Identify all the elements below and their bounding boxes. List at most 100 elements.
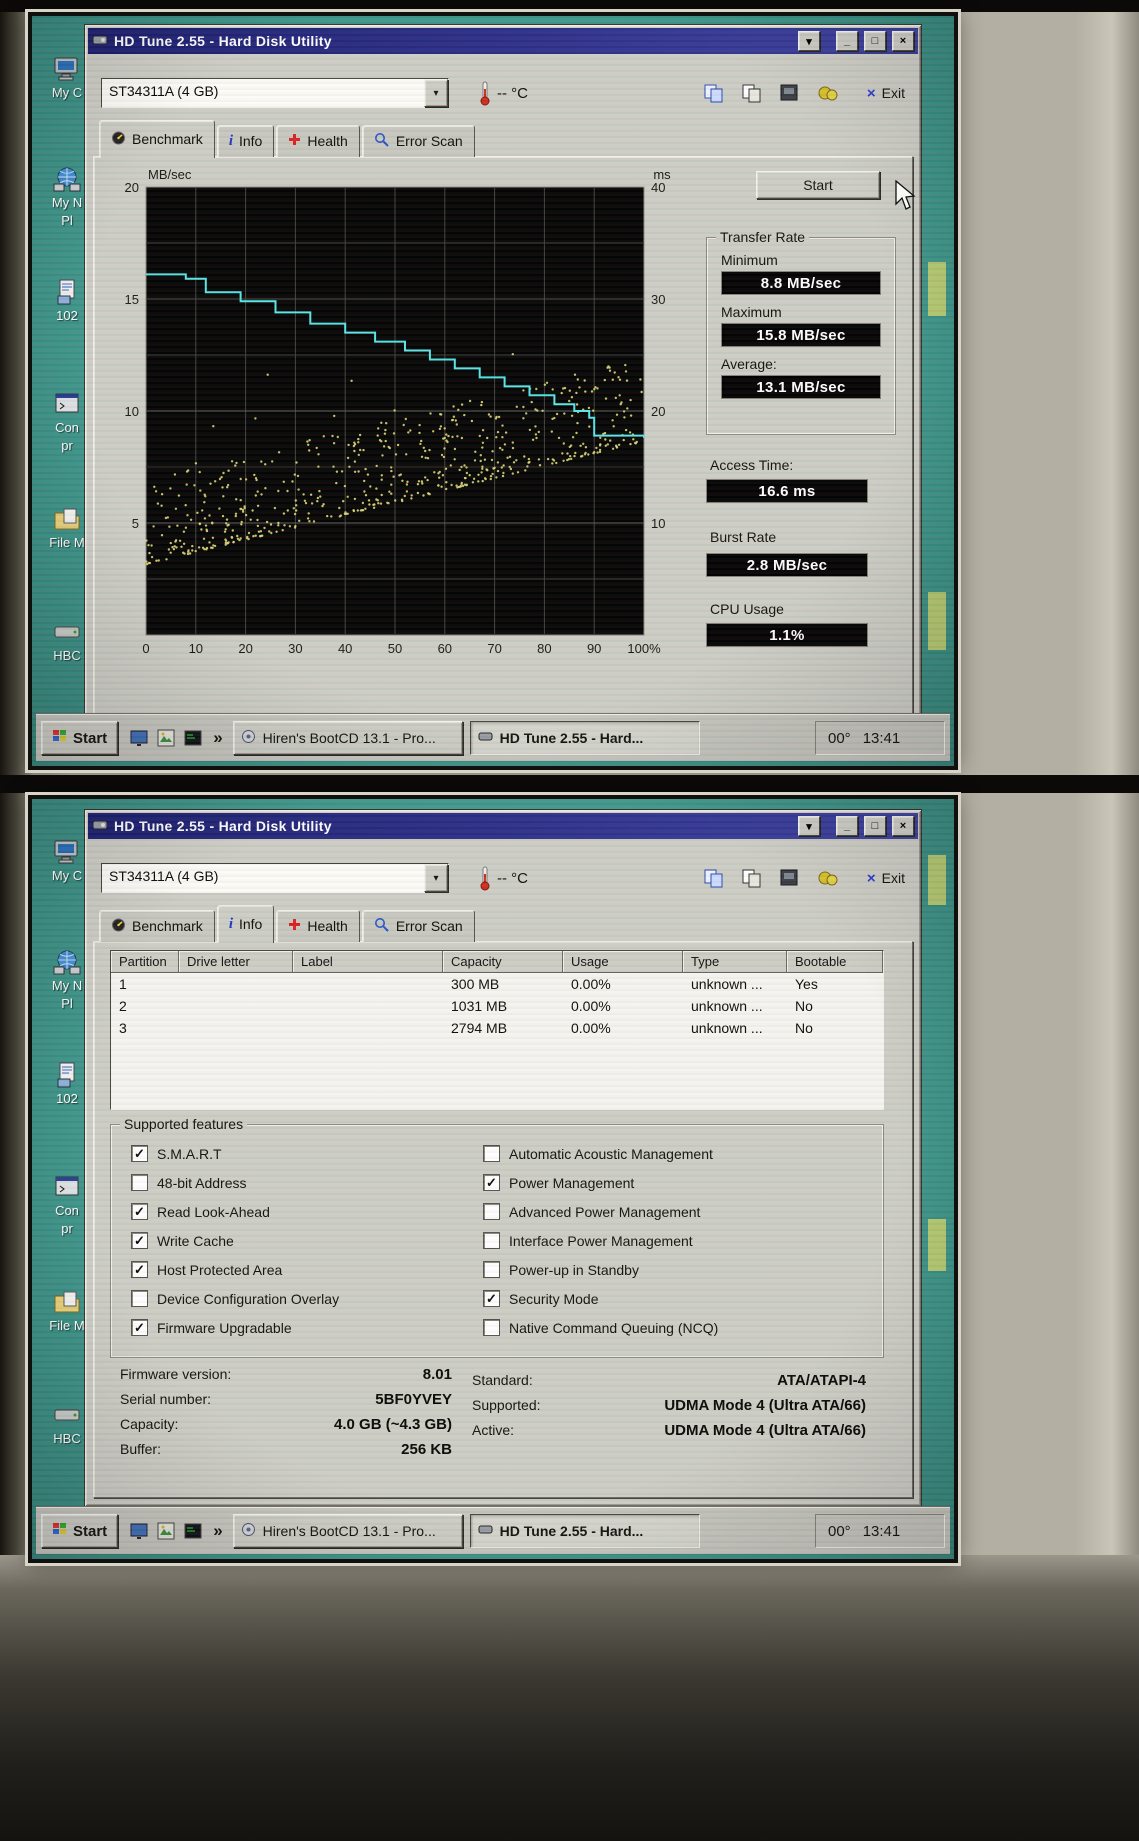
feature-row[interactable]: Host Protected Area [131, 1255, 339, 1284]
feature-row[interactable]: Automatic Acoustic Management [483, 1139, 718, 1168]
tray-arrow-button[interactable]: ▾ [798, 31, 820, 51]
feature-row[interactable]: Native Command Queuing (NCQ) [483, 1313, 718, 1342]
photo-dark-edge [0, 775, 1139, 793]
feature-row[interactable]: 48-bit Address [131, 1168, 339, 1197]
save-screenshot-icon[interactable] [779, 83, 801, 103]
checkbox[interactable] [483, 1319, 500, 1336]
checkbox[interactable] [131, 1145, 148, 1162]
feature-row[interactable]: Interface Power Management [483, 1226, 718, 1255]
quicklaunch-icon-2[interactable] [156, 1521, 176, 1541]
task-button-hdtune[interactable]: HD Tune 2.55 - Hard... [469, 1514, 700, 1548]
start-button-taskbar[interactable]: Start [41, 1514, 119, 1548]
tab-benchmark[interactable]: Benchmark [99, 120, 215, 158]
maximize-button[interactable]: □ [864, 31, 886, 51]
checkbox[interactable] [483, 1145, 500, 1162]
detail-label: Firmware version: [120, 1366, 232, 1382]
detail-label: Standard: [472, 1372, 533, 1388]
feature-row[interactable]: Advanced Power Management [483, 1197, 718, 1226]
feature-row[interactable]: S.M.A.R.T [131, 1139, 339, 1168]
save-screenshot-icon[interactable] [779, 868, 801, 888]
tab-benchmark[interactable]: Benchmark [99, 910, 215, 942]
partition-row[interactable]: 1 300 MB 0.00% unknown ... Yes [111, 973, 883, 995]
close-button[interactable]: × [892, 31, 914, 51]
drive-selector[interactable]: ST34311A (4 GB) ▾ [101, 78, 449, 108]
drive-selector[interactable]: ST34311A (4 GB) ▾ [101, 863, 449, 893]
column-header[interactable]: Label [293, 951, 443, 973]
minimize-button[interactable]: _ [836, 31, 858, 51]
quicklaunch-icon-3[interactable] [183, 728, 203, 748]
tab-error-scan[interactable]: Error Scan [361, 910, 475, 942]
feature-row[interactable]: Power-up in Standby [483, 1255, 718, 1284]
feature-row[interactable]: Write Cache [131, 1226, 339, 1255]
checkbox[interactable] [483, 1232, 500, 1249]
column-header[interactable]: Bootable [787, 951, 883, 973]
quicklaunch-icon-2[interactable] [156, 728, 176, 748]
feature-row[interactable]: Read Look-Ahead [131, 1197, 339, 1226]
tab-info[interactable]: i Info [216, 125, 275, 157]
titlebar[interactable]: HD Tune 2.55 - Hard Disk Utility ▾ _ □ × [88, 813, 918, 839]
quicklaunch-overflow-chevron[interactable]: » [210, 1521, 225, 1541]
options-icon[interactable] [817, 868, 839, 888]
checkbox[interactable] [131, 1203, 148, 1220]
copy-text-icon[interactable] [741, 868, 763, 888]
tab-health[interactable]: Health [276, 910, 360, 942]
supported-features-title: Supported features [120, 1116, 248, 1132]
minimize-button[interactable]: _ [836, 816, 858, 836]
desktop-icon-label: My N Pl [51, 195, 83, 228]
quicklaunch-icon-1[interactable] [129, 1521, 149, 1541]
feature-row[interactable]: Firmware Upgradable [131, 1313, 339, 1342]
copy-text-icon[interactable] [741, 83, 763, 103]
copy-screenshot-icon[interactable] [703, 83, 725, 103]
exit-button[interactable]: × Exit [867, 870, 905, 887]
column-header[interactable]: Capacity [443, 951, 563, 973]
thermometer-icon [479, 865, 491, 891]
dropdown-arrow-icon[interactable]: ▾ [424, 79, 448, 107]
checkbox[interactable] [483, 1174, 500, 1191]
partition-row[interactable]: 2 1031 MB 0.00% unknown ... No [111, 995, 883, 1017]
task-button-hirens[interactable]: Hiren's BootCD 13.1 - Pro... [232, 721, 463, 755]
cell-bootable: No [795, 1020, 813, 1036]
task-button-hirens[interactable]: Hiren's BootCD 13.1 - Pro... [232, 1514, 463, 1548]
feature-row[interactable]: Security Mode [483, 1284, 718, 1313]
options-icon[interactable] [817, 83, 839, 103]
cell-bootable: Yes [795, 976, 818, 992]
quicklaunch-icon-3[interactable] [183, 1521, 203, 1541]
column-header[interactable]: Partition [111, 951, 179, 973]
start-button-taskbar[interactable]: Start [41, 721, 119, 755]
monitor-screen: My C My N Pl 102 Con pr File M HBC HD Tu… [28, 795, 958, 1563]
titlebar[interactable]: HD Tune 2.55 - Hard Disk Utility ▾ _ □ × [88, 28, 918, 54]
tray-arrow-button[interactable]: ▾ [798, 816, 820, 836]
checkbox[interactable] [483, 1290, 500, 1307]
tab-error-scan[interactable]: Error Scan [361, 125, 475, 157]
checkbox[interactable] [131, 1290, 148, 1307]
start-label: Start [73, 729, 108, 747]
tab-info[interactable]: i Info [216, 905, 275, 943]
feature-row[interactable]: Power Management [483, 1168, 718, 1197]
feature-row[interactable]: Device Configuration Overlay [131, 1284, 339, 1313]
task-button-hdtune[interactable]: HD Tune 2.55 - Hard... [469, 721, 700, 755]
partition-row[interactable]: 3 2794 MB 0.00% unknown ... No [111, 1017, 883, 1039]
column-header[interactable]: Drive letter [179, 951, 293, 973]
checkbox[interactable] [131, 1174, 148, 1191]
column-header[interactable]: Usage [563, 951, 683, 973]
quicklaunch-overflow-chevron[interactable]: » [210, 728, 225, 748]
detail-label: Serial number: [120, 1391, 212, 1407]
checkbox[interactable] [131, 1319, 148, 1336]
checkbox[interactable] [131, 1261, 148, 1278]
checkbox[interactable] [483, 1203, 500, 1220]
health-cross-icon [288, 918, 301, 934]
tray-clock[interactable]: 13:41 [863, 1523, 901, 1540]
quicklaunch-icon-1[interactable] [129, 728, 149, 748]
dropdown-arrow-icon[interactable]: ▾ [424, 864, 448, 892]
checkbox[interactable] [131, 1232, 148, 1249]
hirens-bootcd-icon [241, 729, 256, 747]
close-button[interactable]: × [892, 816, 914, 836]
tab-health[interactable]: Health [276, 125, 360, 157]
maximize-button[interactable]: □ [864, 816, 886, 836]
tray-clock[interactable]: 13:41 [863, 730, 901, 747]
checkbox[interactable] [483, 1261, 500, 1278]
column-header[interactable]: Type [683, 951, 787, 973]
start-button[interactable]: Start [756, 171, 880, 199]
exit-button[interactable]: × Exit [867, 85, 905, 102]
copy-screenshot-icon[interactable] [703, 868, 725, 888]
